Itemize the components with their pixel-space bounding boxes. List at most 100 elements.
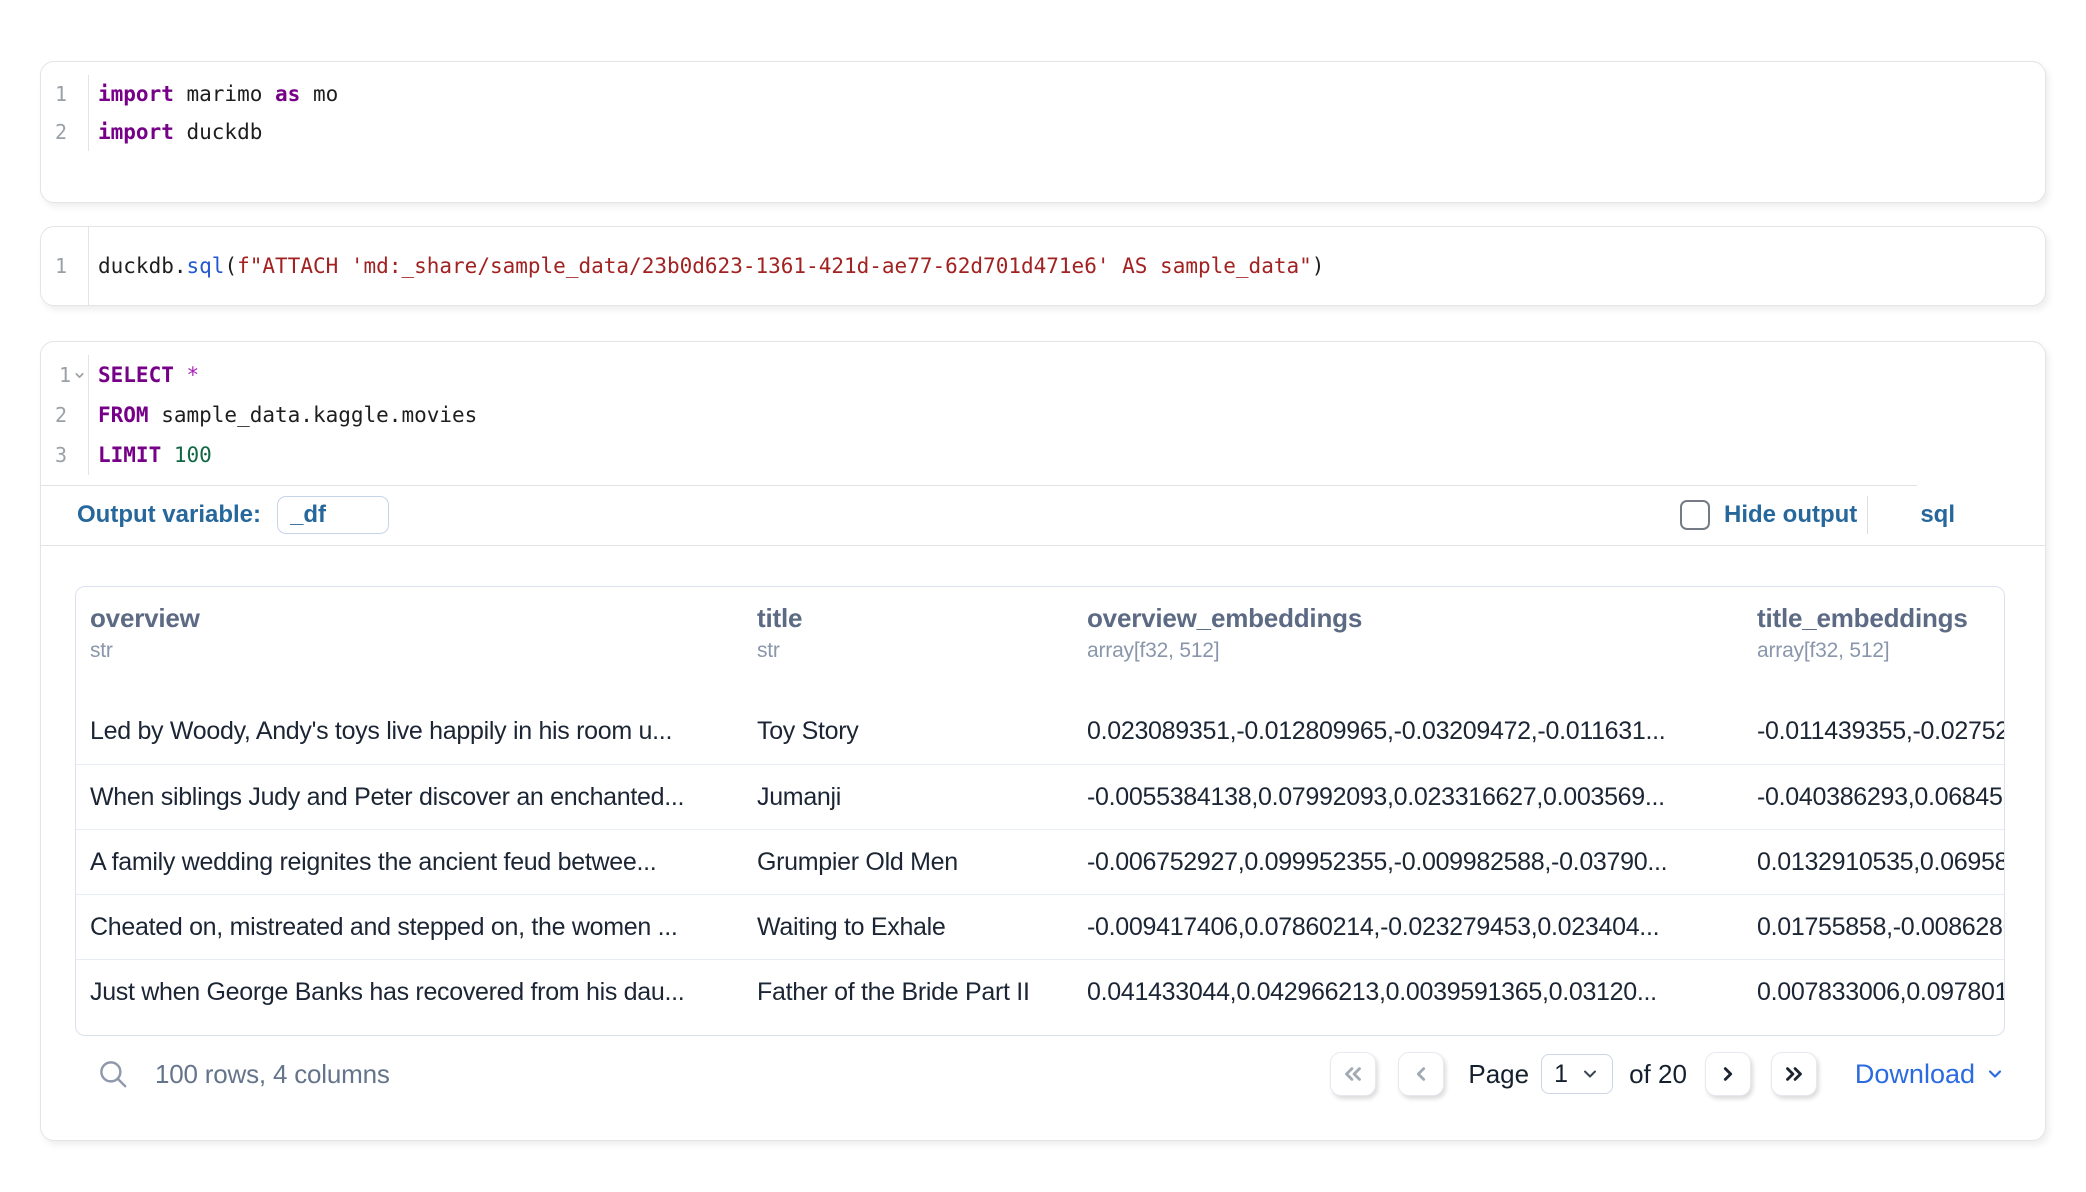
column-dtype: array[f32, 512] (1757, 639, 2004, 663)
code-cell-imports[interactable]: 1 import marimo as mo 2 import duckdb (40, 61, 2046, 203)
chevron-down-icon (1580, 1064, 1600, 1084)
code-token: 100 (174, 443, 212, 467)
code-token: marimo (174, 82, 275, 106)
first-page-button[interactable] (1330, 1052, 1376, 1096)
page-select[interactable]: 1 (1541, 1054, 1613, 1094)
code-token: ( (224, 254, 237, 278)
cell-overview: Led by Woody, Andy's toys live happily i… (76, 717, 743, 746)
cell-overview-embeddings: -0.0055384138,0.07992093,0.023316627,0.0… (1073, 783, 1743, 812)
table-footer: 100 rows, 4 columns Page 1 of 20 Downloa… (75, 1042, 2005, 1106)
cell-title-embeddings: 0.01755858,-0.0086286 (1743, 913, 2004, 942)
code-line: 1 duckdb.sql(f"ATTACH 'md:_share/sample_… (41, 227, 2045, 305)
code-text: import duckdb (89, 113, 2045, 151)
code-token: LIMIT (98, 443, 161, 467)
code-token: duckdb (174, 120, 263, 144)
code-token: import (98, 82, 174, 106)
chevron-down-icon (1985, 1064, 2005, 1084)
toolbar-divider (1867, 496, 1868, 534)
line-number-gutter: 2 (41, 113, 89, 151)
code-text: duckdb.sql(f"ATTACH 'md:_share/sample_da… (89, 227, 2045, 305)
line-number: 1 (55, 254, 71, 278)
table-row: A family wedding reignites the ancient f… (76, 829, 2004, 894)
column-name: title (757, 603, 1073, 634)
code-cell-attach[interactable]: 1 duckdb.sql(f"ATTACH 'md:_share/sample_… (40, 226, 2046, 306)
cell-title: Grumpier Old Men (743, 848, 1073, 877)
cell-title-embeddings: 0.007833006,0.097801 (1743, 978, 2004, 1007)
line-number: 1 (59, 363, 71, 387)
code-editor[interactable]: 1 import marimo as mo 2 import duckdb (41, 62, 2045, 151)
code-token (174, 363, 187, 387)
output-variable-label: Output variable: (77, 501, 261, 529)
column-header-title[interactable]: title str (743, 603, 1073, 663)
code-token: FROM (98, 403, 149, 427)
code-line: 1 SELECT * (41, 355, 2045, 395)
line-number-gutter: 1 (41, 355, 89, 395)
sql-cell: 1 SELECT * 2 FROM sample_data.kaggle.mov… (40, 341, 2046, 1141)
code-token: sql (187, 254, 225, 278)
table-row: Cheated on, mistreated and stepped on, t… (76, 894, 2004, 959)
chevrons-left-icon (1340, 1061, 1366, 1087)
column-name: overview (90, 603, 743, 634)
code-token: mo (300, 82, 338, 106)
code-editor[interactable]: 1 duckdb.sql(f"ATTACH 'md:_share/sample_… (41, 227, 2045, 305)
code-token: SELECT (98, 363, 174, 387)
search-icon (96, 1057, 130, 1091)
cell-overview: A family wedding reignites the ancient f… (76, 848, 743, 877)
column-dtype: str (757, 639, 1073, 663)
hide-output-checkbox[interactable] (1680, 500, 1710, 530)
code-line: 3 LIMIT 100 (41, 435, 2045, 475)
code-editor[interactable]: 1 SELECT * 2 FROM sample_data.kaggle.mov… (41, 342, 2045, 475)
code-token: import (98, 120, 174, 144)
cell-overview-embeddings: 0.023089351,-0.012809965,-0.03209472,-0.… (1073, 717, 1743, 746)
line-number-gutter: 3 (41, 435, 89, 475)
code-token: sample_data.kaggle.movies (149, 403, 478, 427)
code-token: as (275, 82, 300, 106)
search-button[interactable] (95, 1056, 131, 1092)
download-label: Download (1855, 1059, 1975, 1090)
last-page-button[interactable] (1771, 1052, 1817, 1096)
line-number: 1 (55, 82, 71, 106)
page-label: Page (1468, 1059, 1529, 1090)
next-page-button[interactable] (1705, 1052, 1751, 1096)
cell-title: Jumanji (743, 783, 1073, 812)
language-label-sql[interactable]: sql (1920, 501, 1955, 529)
page-count-label: of 20 (1629, 1059, 1687, 1090)
line-number: 3 (55, 443, 71, 467)
column-header-overview-embeddings[interactable]: overview_embeddings array[f32, 512] (1073, 603, 1743, 663)
code-token: f"ATTACH 'md:_share/sample_data/23b0d623… (237, 254, 1312, 278)
line-number-gutter: 2 (41, 395, 89, 435)
column-header-title-embeddings[interactable]: title_embeddings array[f32, 512] (1743, 603, 2004, 663)
previous-page-button[interactable] (1398, 1052, 1444, 1096)
column-dtype: str (90, 639, 743, 663)
line-number: 2 (55, 403, 71, 427)
column-name: title_embeddings (1757, 603, 2004, 634)
cell-overview-embeddings: 0.041433044,0.042966213,0.0039591365,0.0… (1073, 978, 1743, 1007)
table-row: Just when George Banks has recovered fro… (76, 959, 2004, 1024)
code-token (161, 443, 174, 467)
column-header-overview[interactable]: overview str (76, 603, 743, 663)
chevron-left-icon (1408, 1061, 1434, 1087)
table-row: When siblings Judy and Peter discover an… (76, 764, 2004, 829)
sql-cell-toolbar: Output variable: Hide output sql (41, 485, 2045, 546)
line-number-gutter: 1 (41, 227, 89, 305)
cell-title-embeddings: -0.040386293,0.068451 (1743, 783, 2004, 812)
output-variable-input[interactable] (277, 496, 389, 534)
cell-title: Waiting to Exhale (743, 913, 1073, 942)
code-token: duckdb. (98, 254, 187, 278)
cell-title-embeddings: 0.0132910535,0.069581 (1743, 848, 2004, 877)
code-token: ) (1312, 254, 1325, 278)
fold-chevron-down-icon[interactable] (71, 369, 88, 382)
cell-overview: Just when George Banks has recovered fro… (76, 978, 743, 1007)
code-line: 2 import duckdb (41, 113, 2045, 151)
code-text: FROM sample_data.kaggle.movies (89, 395, 2045, 435)
hide-output-label: Hide output (1724, 501, 1857, 529)
column-name: overview_embeddings (1087, 603, 1743, 634)
code-token: * (187, 363, 200, 387)
row-count-summary: 100 rows, 4 columns (155, 1059, 390, 1090)
page-select-value: 1 (1554, 1060, 1580, 1089)
code-line: 2 FROM sample_data.kaggle.movies (41, 395, 2045, 435)
cell-overview: Cheated on, mistreated and stepped on, t… (76, 913, 743, 942)
line-number: 2 (55, 120, 71, 144)
table-header-row: overview str title str overview_embeddin… (76, 587, 2004, 699)
download-button[interactable]: Download (1855, 1059, 2005, 1090)
